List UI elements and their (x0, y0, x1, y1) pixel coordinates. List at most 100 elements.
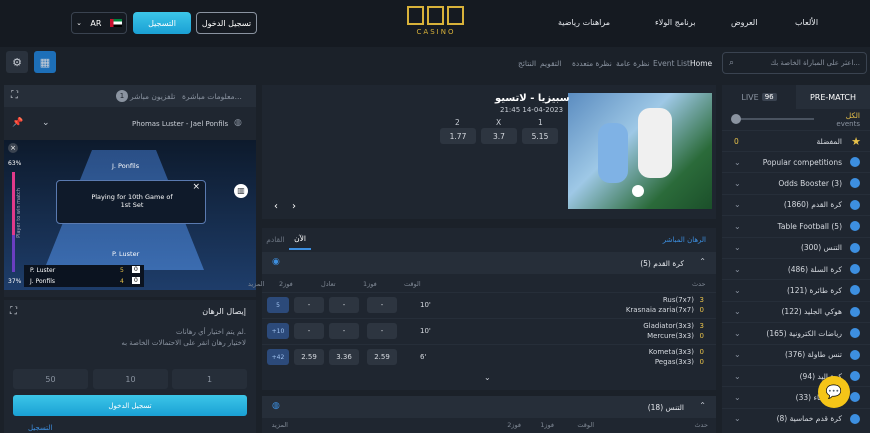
crumb-event-list[interactable]: Event List (653, 59, 690, 68)
odds-w1-button[interactable]: - (367, 297, 397, 313)
football-icon: ◉ (272, 257, 280, 267)
odds-header-2: 2 (455, 118, 460, 127)
odds-w2-button[interactable]: - (294, 297, 324, 313)
close-icon[interactable]: × (8, 143, 18, 153)
odds-draw-button[interactable]: - (329, 297, 359, 313)
stats-icon[interactable]: ▥ (234, 184, 248, 198)
chevron-down-icon[interactable]: ⌄ (484, 373, 491, 382)
odds-draw-button[interactable]: - (329, 323, 359, 339)
expand-icon[interactable]: ⛶ (10, 306, 17, 317)
odds-draw-button[interactable]: 3.36 (329, 349, 359, 365)
sport-icon (850, 264, 860, 274)
register-button[interactable]: التسجيل (133, 12, 191, 34)
match-row[interactable]: Gladiator(3x3) Mercure(3x3) 3 0 10' - - - +10 (262, 318, 716, 342)
odds-w1-button[interactable]: - (367, 323, 397, 339)
sidebar-item[interactable]: ⌄ كرة السلة (486) (722, 258, 870, 279)
chevron-down-icon[interactable]: ⌄ (42, 118, 50, 128)
site-logo[interactable]: CASINO (407, 6, 465, 38)
tab-live-info[interactable]: معلومات مباشرة... (182, 92, 242, 101)
sidebar-item[interactable]: ⌄ Popular competitions (722, 151, 870, 172)
odds-w1-button[interactable]: 2.59 (367, 349, 397, 365)
crumb-calendar[interactable]: التقويم (540, 59, 561, 68)
tab-upcoming[interactable]: القادم (262, 228, 289, 250)
sidebar-item[interactable]: ⌄ Odds Booster (3) (722, 172, 870, 193)
sidebar-item-label: كرة طائرة (121) (786, 285, 842, 295)
sidebar-item[interactable]: ⌄ كرة قدم خماسية (8) (722, 407, 870, 429)
tab-live-tv[interactable]: تلفزيون مباشر (130, 92, 175, 101)
nav-sports-betting[interactable]: مراهنات رياضية (558, 18, 610, 27)
more-markets-button[interactable]: +10 (267, 323, 289, 339)
slider-knob[interactable] (731, 114, 741, 124)
tennis-title: التنس (18) (647, 403, 684, 412)
sidebar-item[interactable]: ⌄ رياضات الكترونية (165) (722, 322, 870, 343)
nav-loyalty[interactable]: برنامج الولاء (655, 18, 695, 27)
sidebar-item[interactable]: ⌄ كرة اليد (94) (722, 365, 870, 386)
betslip-register-link[interactable]: التسجيل (28, 424, 52, 432)
amount-50-button[interactable]: 50 (13, 369, 88, 389)
event-title: سبيزيا - لاتسيو (495, 93, 570, 104)
chat-icon[interactable]: 💬 (818, 376, 850, 408)
more-markets-button[interactable]: 5 (267, 297, 289, 313)
match-row[interactable]: Rus(7x7) Krasnaia zaria(7x7) 3 0 10' - - -5 (262, 292, 716, 316)
carousel-next-icon[interactable]: › (292, 201, 296, 212)
team2-score: 0 (699, 332, 704, 340)
odds-w2-button[interactable]: 2.59 (294, 349, 324, 365)
side-label: Player to win match (15, 188, 22, 238)
tennis-header[interactable]: ◍ التنس (18) ⌃ (262, 396, 716, 418)
tab-now[interactable]: الآن (289, 228, 311, 250)
chevron-up-icon[interactable]: ⌃ (699, 257, 706, 266)
amount-1-button[interactable]: 1 (172, 369, 247, 389)
odds-draw-button[interactable]: 3.7 (481, 128, 517, 144)
team1-name: Rus(7x7) (662, 296, 694, 304)
sport-icon (850, 285, 860, 296)
nav-games[interactable]: الألعاب (795, 18, 818, 27)
crumb-multiview[interactable]: نظرة متعددة (572, 59, 612, 68)
sidebar-item[interactable]: ⌄ تنس طاولة (376) (722, 343, 870, 365)
chevron-down-icon: ⌄ (734, 328, 741, 338)
crumb-home[interactable]: Home (690, 59, 712, 68)
sidebar-item-label: هوكي الجليد (122) (781, 307, 842, 317)
sidebar-item[interactable]: ⌄ التنس (300) (722, 236, 870, 258)
sidebar-item-favorites[interactable]: 0 المفضلة ★ (722, 130, 870, 151)
sidebar-item-label: رياضات الكترونية (165) (766, 328, 842, 338)
tennis-ball-icon: ◍ (234, 118, 242, 128)
close-icon[interactable]: × (192, 182, 200, 192)
betslip-login-button[interactable]: تسجيل الدخول (13, 395, 247, 416)
language-select[interactable]: ⌄ AR (71, 12, 127, 34)
scoreboard: P. Luster 5 0 J. Ponfils 4 0 (24, 265, 144, 287)
sidebar-item[interactable]: ⌄ هوكي الجليد (122) (722, 300, 870, 322)
chevron-down-icon: ⌄ (734, 285, 741, 295)
sidebar-item[interactable]: ⌄ Table Football (5) (722, 215, 870, 236)
tab-live[interactable]: LIVE 96 (722, 85, 796, 109)
more-markets-button[interactable]: +42 (267, 349, 289, 365)
crumb-overview[interactable]: نظرة عامة (616, 59, 650, 68)
nav-promotions[interactable]: العروض (731, 18, 757, 27)
signin-button[interactable]: تسجيل الدخول (196, 12, 257, 34)
tab-prematch[interactable]: PRE-MATCH (796, 85, 870, 109)
sport-icon (850, 199, 860, 210)
odds-away-button[interactable]: 1.77 (440, 128, 476, 144)
sidebar-item[interactable]: ⌄ كرة القدم (1860) (722, 193, 870, 215)
odds-home-button[interactable]: 5.15 (522, 128, 558, 144)
calculator-icon[interactable]: ▦ (34, 51, 56, 73)
scoreboard-row: P. Luster 5 0 (24, 265, 144, 276)
game-popup: Playing for 10th Game of 1st Set × (56, 180, 206, 224)
sport-icon (850, 328, 860, 339)
col-header-w1: فوز1 (540, 421, 554, 429)
amount-10-button[interactable]: 10 (93, 369, 168, 389)
football-header[interactable]: ◉ كرة القدم (5) ⌃ (262, 252, 716, 274)
chevron-up-icon[interactable]: ⌃ (699, 401, 706, 410)
points-score: 0 (132, 277, 140, 284)
crumb-results[interactable]: النتائج (518, 59, 536, 68)
settings-gear-icon[interactable]: ⚙ (6, 51, 28, 73)
pin-icon[interactable]: 📌 (12, 118, 23, 128)
carousel-prev-icon[interactable]: ‹ (274, 201, 278, 212)
sidebar-item[interactable]: ⌄ كرة طائرة (121) (722, 279, 870, 300)
odds-header-x: X (496, 118, 502, 127)
match-row[interactable]: Kometa(3x3) Pegas(3x3) 0 0 6' 2.59 3.36 2.59 +42 (262, 344, 716, 368)
all-events-row[interactable]: الكل events (722, 109, 870, 129)
expand-icon[interactable]: ⛶ (11, 90, 18, 101)
odds-w2-button[interactable]: - (294, 323, 324, 339)
search-input[interactable]: ⌕ اعثر على المباراة الخاصة بك... (722, 52, 867, 74)
team1-score: 3 (699, 296, 704, 304)
